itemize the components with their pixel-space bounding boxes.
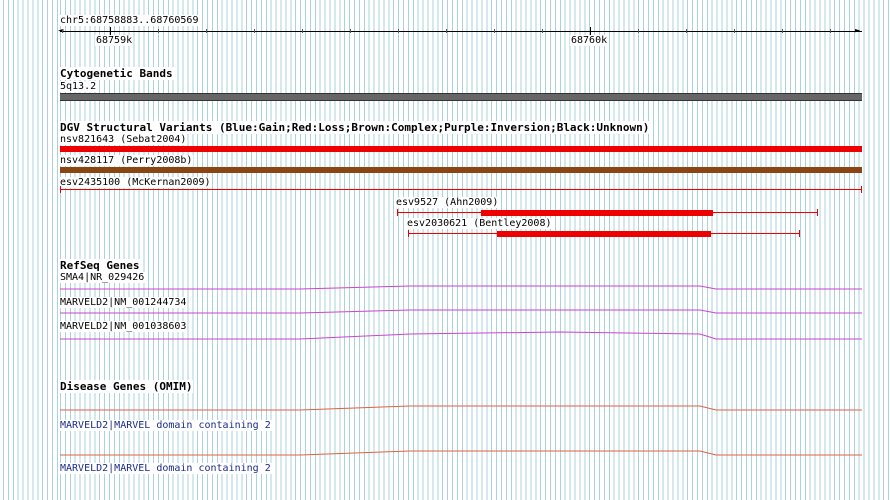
refseq-gene-model[interactable] [60,309,862,314]
omim-gene-model[interactable] [60,450,862,456]
disease-gene-label[interactable]: MARVELD2|MARVEL domain containing 2 [59,463,272,474]
omim-gene-model[interactable] [60,405,862,411]
refseq-gene-model[interactable] [60,285,862,290]
omim-track-title: Disease Genes (OMIM) [59,380,194,393]
refseq-gene-model[interactable] [60,331,862,340]
disease-gene-label[interactable]: MARVELD2|MARVEL domain containing 2 [59,420,272,431]
